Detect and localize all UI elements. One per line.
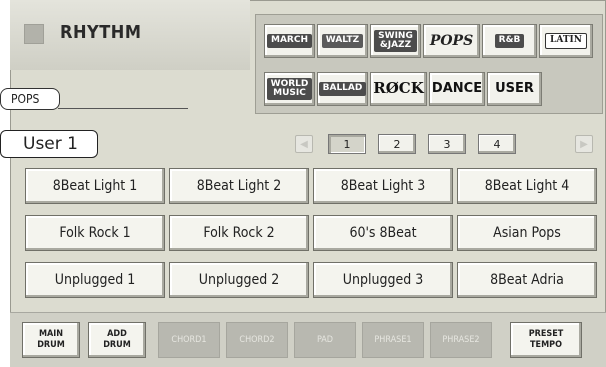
category-logo: DANCE: [431, 81, 483, 97]
part-button-add-drum[interactable]: ADD DRUM: [88, 322, 146, 358]
prev-arrow-icon: ◀: [300, 138, 308, 150]
rhythm-pattern-button[interactable]: Folk Rock 1: [25, 215, 165, 251]
category-logo: USER: [495, 81, 534, 97]
rhythm-pattern-button[interactable]: Unplugged 2: [169, 262, 309, 298]
part-button-phrase2[interactable]: PHRASE2: [430, 322, 492, 358]
part-button-preset-tempo[interactable]: PRESET TEMPO: [510, 322, 582, 358]
rhythm-pattern-button[interactable]: Folk Rock 2: [169, 215, 309, 251]
part-button-chord1[interactable]: CHORD1: [158, 322, 220, 358]
selected-category-label: POPS: [0, 88, 60, 110]
rhythm-pattern-button[interactable]: 8Beat Light 2: [169, 168, 309, 204]
rhythm-pattern-button[interactable]: 8Beat Light 3: [313, 168, 453, 204]
category-logo: MARCH: [267, 34, 312, 48]
category-button-swing-jazz[interactable]: SWING &JAZZ: [370, 24, 421, 58]
rhythm-pattern-button[interactable]: 60's 8Beat: [313, 215, 453, 251]
page-button-1[interactable]: 1: [328, 134, 366, 154]
category-button-ballad[interactable]: BALLAD: [317, 72, 368, 106]
group-name-label: User 1: [0, 130, 98, 158]
category-button-waltz[interactable]: WALTZ: [317, 24, 368, 58]
page-button-4[interactable]: 4: [478, 134, 516, 154]
next-page-button[interactable]: ▶: [575, 135, 593, 153]
category-button-march[interactable]: MARCH: [264, 24, 315, 58]
rhythm-pattern-button[interactable]: 8Beat Light 1: [25, 168, 165, 204]
category-logo: POPS: [429, 32, 474, 49]
category-button-r-b[interactable]: R&B: [482, 24, 537, 58]
category-button-user[interactable]: USER: [487, 72, 542, 106]
category-underline: [58, 108, 188, 109]
page-title: RHYTHM: [60, 22, 142, 43]
rhythm-pattern-button[interactable]: 8Beat Adria: [457, 262, 597, 298]
category-logo: BALLAD: [318, 82, 367, 96]
category-logo: WALTZ: [321, 34, 364, 48]
category-logo: SWING &JAZZ: [374, 29, 417, 53]
category-button-latin[interactable]: LATIN: [539, 24, 593, 58]
category-logo: RØCK: [373, 79, 424, 98]
title-square-icon: [24, 24, 44, 44]
prev-page-button[interactable]: ◀: [295, 135, 313, 153]
rhythm-pattern-button[interactable]: Unplugged 1: [25, 262, 165, 298]
part-button-pad[interactable]: PAD: [294, 322, 356, 358]
category-button-pops[interactable]: POPS: [423, 24, 480, 58]
page-button-2[interactable]: 2: [378, 134, 416, 154]
category-logo: R&B: [494, 34, 525, 48]
part-button-main-drum[interactable]: MAIN DRUM: [22, 322, 80, 358]
category-button-dance[interactable]: DANCE: [429, 72, 485, 106]
category-button-world-music[interactable]: WORLD MUSIC: [264, 72, 315, 106]
category-logo: WORLD MUSIC: [266, 77, 313, 101]
page-button-3[interactable]: 3: [428, 134, 466, 154]
part-button-phrase1[interactable]: PHRASE1: [362, 322, 424, 358]
rhythm-pattern-button[interactable]: Unplugged 3: [313, 262, 453, 298]
category-logo: LATIN: [545, 33, 587, 49]
rhythm-pattern-button[interactable]: 8Beat Light 4: [457, 168, 597, 204]
next-arrow-icon: ▶: [580, 138, 588, 150]
part-button-chord2[interactable]: CHORD2: [226, 322, 288, 358]
rhythm-pattern-button[interactable]: Asian Pops: [457, 215, 597, 251]
category-button-r-ck[interactable]: RØCK: [370, 72, 427, 106]
